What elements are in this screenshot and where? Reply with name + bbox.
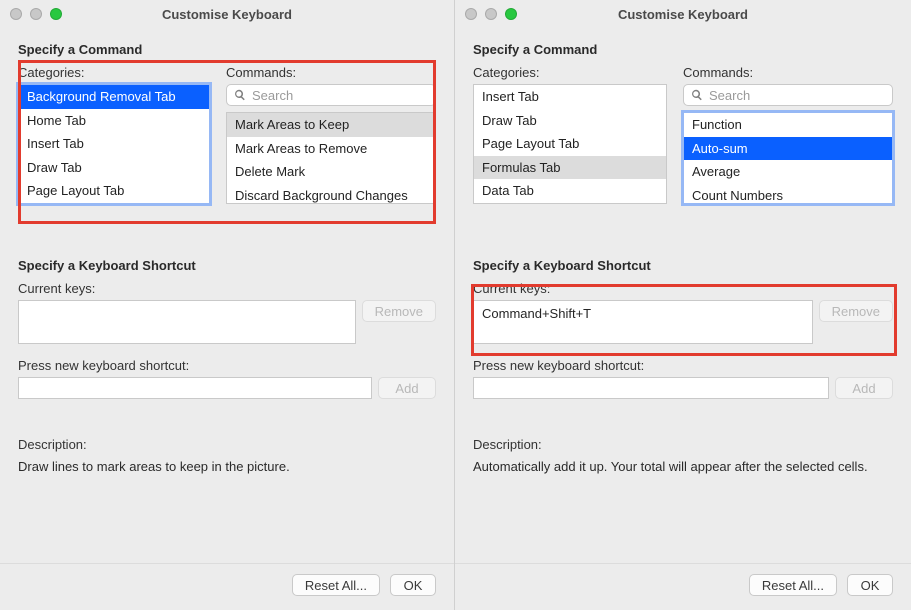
description-label: Description:	[473, 437, 893, 452]
list-item[interactable]: Formulas Tab	[474, 156, 666, 180]
add-button[interactable]: Add	[378, 377, 436, 399]
commands-label: Commands:	[226, 65, 436, 80]
remove-button[interactable]: Remove	[819, 300, 893, 322]
list-item[interactable]: Draw Tab	[474, 109, 666, 133]
current-keys-box[interactable]: Command+Shift+T	[473, 300, 813, 344]
commands-label: Commands:	[683, 65, 893, 80]
search-commands[interactable]	[226, 84, 436, 106]
categories-label: Categories:	[473, 65, 667, 80]
reset-all-button[interactable]: Reset All...	[749, 574, 837, 596]
list-item[interactable]: Average	[684, 160, 892, 184]
remove-button[interactable]: Remove	[362, 300, 436, 322]
ok-button[interactable]: OK	[847, 574, 893, 596]
press-new-label: Press new keyboard shortcut:	[18, 358, 436, 373]
titlebar: Customise Keyboard	[0, 0, 454, 28]
list-item[interactable]: Function	[684, 113, 892, 137]
description-text: Draw lines to mark areas to keep in the …	[18, 458, 436, 476]
new-shortcut-input[interactable]	[473, 377, 829, 399]
ok-button[interactable]: OK	[390, 574, 436, 596]
titlebar: Customise Keyboard	[455, 0, 911, 28]
specify-command-heading: Specify a Command	[18, 42, 436, 57]
specify-shortcut-heading: Specify a Keyboard Shortcut	[18, 258, 436, 273]
specify-shortcut-heading: Specify a Keyboard Shortcut	[473, 258, 893, 273]
search-icon	[691, 89, 703, 101]
search-commands[interactable]	[683, 84, 893, 106]
list-item[interactable]: Auto-sum	[684, 137, 892, 161]
current-keys-box[interactable]	[18, 300, 356, 344]
search-icon	[234, 89, 246, 101]
list-item[interactable]: Delete Mark	[227, 160, 435, 184]
list-item[interactable]: Insert Tab	[19, 132, 209, 156]
list-item[interactable]: Data Tab	[474, 179, 666, 203]
window-title: Customise Keyboard	[0, 7, 454, 22]
current-keys-label: Current keys:	[473, 281, 893, 296]
list-item[interactable]: Page Layout Tab	[474, 132, 666, 156]
description-label: Description:	[18, 437, 436, 452]
description-text: Automatically add it up. Your total will…	[473, 458, 893, 476]
list-item[interactable]: Background Removal Tab	[19, 85, 209, 109]
list-item[interactable]: Discard Background Changes	[227, 184, 435, 204]
search-input[interactable]	[252, 88, 428, 103]
categories-list[interactable]: Background Removal TabHome TabInsert Tab…	[18, 84, 210, 204]
list-item[interactable]: Mark Areas to Keep	[227, 113, 435, 137]
search-input[interactable]	[709, 88, 885, 103]
categories-label: Categories:	[18, 65, 210, 80]
list-item[interactable]: Insert Tab	[474, 85, 666, 109]
list-item[interactable]: Formulas Tab	[19, 203, 209, 204]
commands-list[interactable]: FunctionAuto-sumAverageCount NumbersMax	[683, 112, 893, 204]
list-item[interactable]: Draw Tab	[19, 156, 209, 180]
list-item[interactable]: Page Layout Tab	[19, 179, 209, 203]
window-right: Customise Keyboard Specify a Command Cat…	[455, 0, 911, 610]
press-new-label: Press new keyboard shortcut:	[473, 358, 893, 373]
commands-list[interactable]: Mark Areas to KeepMark Areas to RemoveDe…	[226, 112, 436, 204]
current-keys-label: Current keys:	[18, 281, 436, 296]
list-item[interactable]: Count Numbers	[684, 184, 892, 204]
reset-all-button[interactable]: Reset All...	[292, 574, 380, 596]
window-title: Customise Keyboard	[455, 7, 911, 22]
window-left: Customise Keyboard Specify a Command Cat…	[0, 0, 455, 610]
add-button[interactable]: Add	[835, 377, 893, 399]
list-item[interactable]: Review Tab	[474, 203, 666, 204]
categories-list[interactable]: Insert TabDraw TabPage Layout TabFormula…	[473, 84, 667, 204]
list-item[interactable]: Home Tab	[19, 109, 209, 133]
list-item[interactable]: Mark Areas to Remove	[227, 137, 435, 161]
new-shortcut-input[interactable]	[18, 377, 372, 399]
specify-command-heading: Specify a Command	[473, 42, 893, 57]
